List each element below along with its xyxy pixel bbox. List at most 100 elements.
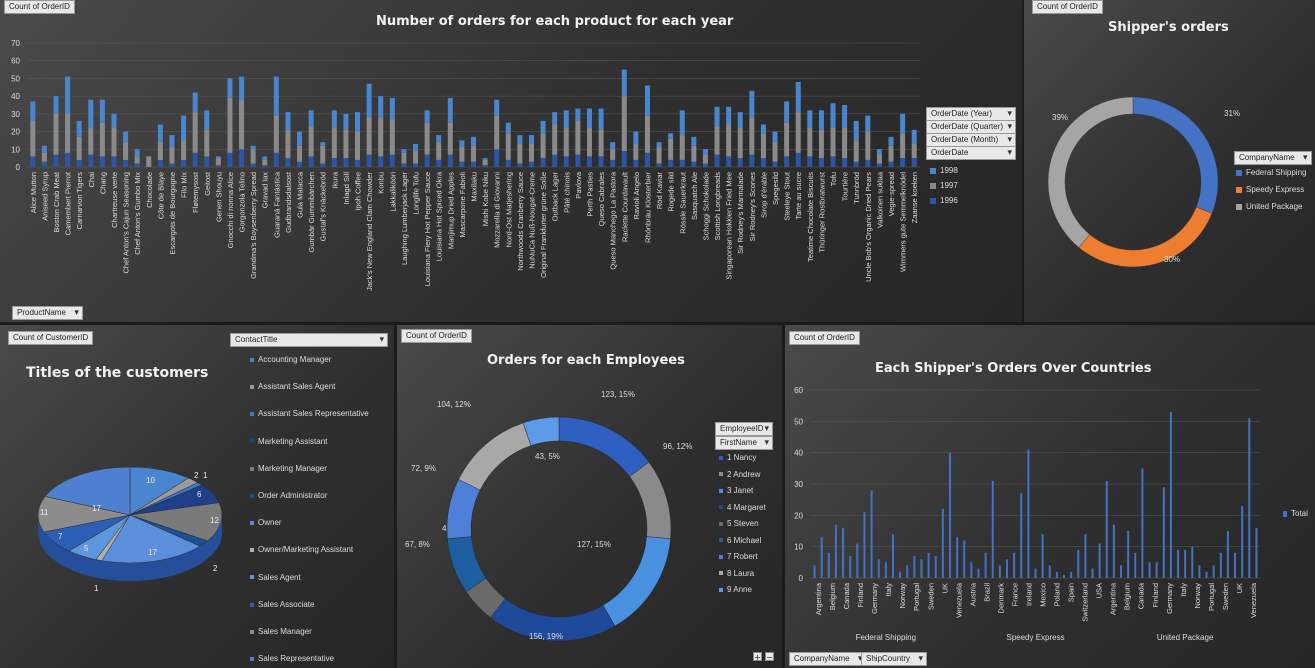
bar-segment-1996 (169, 163, 175, 167)
legend-swatch (719, 505, 723, 510)
bar-segment-1996 (181, 159, 187, 167)
bar-segment-1997 (610, 149, 616, 160)
bar-segment-1998 (714, 106, 720, 127)
legend-item: 3 Janet (719, 486, 753, 495)
bar-segment-1997 (900, 133, 906, 159)
legend-item: 7 Robert (719, 552, 758, 561)
y-tick-label: 40 (11, 92, 20, 101)
x-tick-label: Austria (968, 582, 977, 606)
x-tick-label: Norway (898, 583, 907, 609)
column-bar (1077, 549, 1080, 578)
bar-segment-1996 (517, 163, 523, 167)
legend-swatch (250, 385, 254, 390)
column-bar (963, 540, 966, 578)
x-tick-label: Tarte au sucre (794, 172, 803, 220)
legend-swatch (250, 657, 254, 662)
bar-segment-1996 (552, 154, 558, 167)
y-tick-label: 60 (794, 386, 803, 395)
orderdate-filter-button[interactable]: OrderDate (Month) (926, 133, 1016, 147)
x-tick-label: Sasquatch Ale (690, 172, 699, 220)
bar-segment-1998 (308, 110, 314, 127)
employees-donut-chart: 123, 15%96, 12%127, 15%156, 19%42, 5%67,… (405, 390, 692, 642)
bar-segment-1998 (888, 136, 894, 146)
column-bar (1141, 468, 1144, 578)
bar-segment-1996 (702, 163, 708, 167)
orderdate-filter-button[interactable]: OrderDate (Year) (926, 107, 1016, 121)
bar-segment-1997 (76, 136, 82, 160)
x-tick-label: Germany (870, 583, 879, 614)
bar-segment-1996 (343, 158, 349, 167)
legend-swatch (719, 538, 723, 543)
x-tick-label: Sir Rodney's Scones (748, 172, 757, 242)
x-tick-label: Ireland (1024, 583, 1033, 606)
shipper-chart-panel: Count of OrderID Shipper's orders 31% 30%… (1024, 0, 1315, 322)
x-tick-label: Belgium (828, 583, 837, 610)
legend-label: Assistant Sales Agent (258, 382, 336, 392)
column-bar (1091, 568, 1094, 578)
bar-segment-1996 (459, 161, 465, 167)
column-bar (1234, 552, 1237, 578)
bar-segment-1997 (737, 128, 743, 159)
legend-label: 1997 (940, 181, 958, 190)
bar-segment-1996 (273, 152, 279, 167)
bar-segment-1996 (76, 159, 82, 167)
bar-segment-1998 (181, 115, 187, 141)
companyname-field-button[interactable]: CompanyName (789, 652, 867, 666)
bar-segment-1996 (355, 159, 361, 167)
bar-segment-1996 (482, 165, 488, 167)
legend-item: Marketing Assistant (250, 437, 327, 446)
employee-filter-button[interactable]: EmployeeID (715, 422, 773, 436)
bar-segment-1997 (586, 128, 592, 157)
companyname-filter-button[interactable]: CompanyName (1234, 151, 1312, 165)
legend-label: 1 Nancy (727, 453, 757, 462)
legend-label: 1996 (940, 196, 958, 205)
productname-field-button[interactable]: ProductName (12, 306, 83, 320)
bar-segment-1996 (378, 156, 384, 167)
bar-segment-1996 (726, 156, 732, 167)
countries-column-chart: 0 10 20 30 40 50 60 Argentina Belgium Canada Finla… (794, 386, 1260, 642)
legend-swatch (719, 587, 723, 592)
x-tick-label: Italy (1179, 583, 1188, 597)
x-tick-label: NuNuCa Nuß-Nougat-Creme (527, 172, 536, 269)
x-tick-label: Sweden (1221, 583, 1230, 610)
shipcountry-field-button[interactable]: ShipCountry (861, 652, 928, 666)
column-bar (1013, 552, 1016, 578)
column-bar (1177, 549, 1180, 578)
collapse-button[interactable]: − (765, 652, 774, 662)
orderdate-filter-button[interactable]: OrderDate (Quarter) (926, 120, 1016, 134)
legend-label: Total (1291, 509, 1308, 518)
data-label: 1 (203, 471, 208, 480)
legend-item: United Package (1236, 202, 1302, 211)
data-label: 1 (94, 584, 99, 593)
data-label: 2 (194, 471, 199, 480)
employee-filter-button[interactable]: FirstName (715, 436, 773, 450)
bar-segment-1996 (528, 161, 534, 167)
column-bar (934, 556, 937, 578)
column-bar (1155, 562, 1158, 578)
orderdate-filter-button[interactable]: OrderDate (926, 146, 1016, 160)
bar-segment-1996 (262, 165, 268, 167)
bar-segment-1997 (540, 133, 546, 159)
bar-segment-1998 (378, 96, 384, 118)
bar-segment-1996 (401, 163, 407, 167)
bar-segment-1997 (772, 142, 778, 162)
bar-segment-1998 (598, 108, 604, 130)
bar-segment-1996 (575, 154, 581, 167)
expand-button[interactable]: + (753, 652, 762, 662)
bar-segment-1996 (807, 156, 813, 167)
column-bar (1070, 571, 1073, 578)
x-tick-label: Louisiana Fiery Hot Pepper Sauce (423, 172, 432, 286)
bar-segment-1996 (656, 163, 662, 167)
x-tick-label: Geitost (203, 171, 212, 196)
column-bar (1005, 559, 1008, 578)
legend-item: Owner/Marketing Assistant (250, 545, 353, 554)
legend-item: 1 Nancy (719, 453, 756, 462)
legend-swatch (930, 182, 936, 189)
bar-segment-1997 (424, 122, 430, 155)
bar-segment-1997 (297, 145, 303, 162)
x-tick-label: Brazil (982, 583, 991, 602)
x-tick-label: Zaanse koeken (910, 172, 919, 223)
y-tick-label: 0 (16, 163, 21, 172)
bar-segment-1998 (157, 124, 163, 143)
donut-slice (458, 422, 532, 491)
